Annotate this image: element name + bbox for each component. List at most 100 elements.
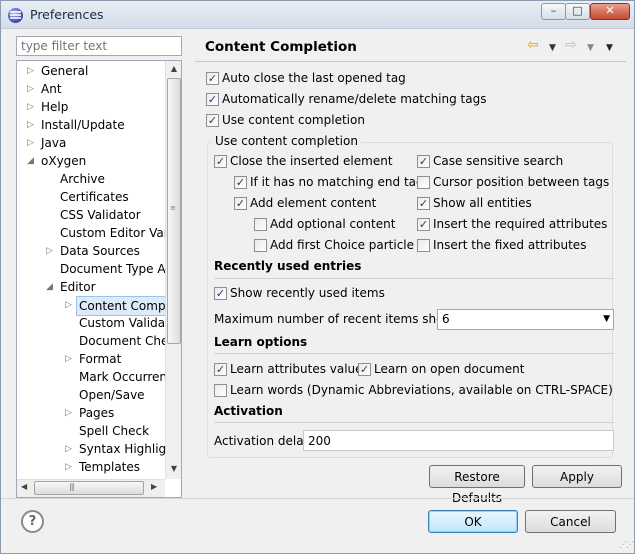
checkbox-label: Learn attributes values [230,362,369,376]
minimize-button[interactable]: – [541,3,566,20]
close-button[interactable]: ✕ [590,3,630,20]
scroll-grip-icon: ≡ [170,204,176,212]
back-arrow-icon[interactable]: ⇦ [527,38,539,52]
checkbox-box[interactable]: ✓ [214,287,227,300]
scroll-up-arrow-icon[interactable]: ▲ [169,64,179,73]
page-header: Content Completion ⇦ ▼ ⇨ ▼ ▼ [195,31,626,62]
checkbox-box[interactable]: ✓ [234,197,247,210]
tree-expand-arrow-icon[interactable]: ▷ [65,458,72,476]
eclipse-app-icon [8,8,23,23]
checkbox-box[interactable]: ✓ [417,218,430,231]
tree-item-label: Document Type Ass [60,262,179,276]
checkbox-box[interactable]: ✓ [234,176,247,189]
apply-button[interactable]: Apply [532,465,622,488]
section-divider [214,353,614,354]
tree-item-label: Help [41,100,69,114]
splitter-sash[interactable] [189,30,193,498]
tree-expand-arrow-icon[interactable]: ▷ [65,296,72,314]
scroll-grip-icon: ||| [69,482,75,491]
preferences-tree: ▷ General ▷ Ant ▷ Help ▷ Install/Update ▷ Java ◢ oX… [16,60,182,498]
horizontal-scroll-thumb[interactable] [34,481,144,495]
tree-item-label: Templates [79,460,141,474]
checkbox-box[interactable]: ✓ [206,72,219,85]
tree-item-label: Syntax Highlight [79,442,179,456]
forward-dropdown-icon[interactable]: ▼ [587,41,594,55]
resize-grip-icon[interactable]: ⋰⋰ [619,540,634,549]
checkbox-box[interactable] [254,218,267,231]
checkbox-label: Auto close the last opened tag [222,71,406,85]
tree-item-label: Pages [79,406,115,420]
checkbox-box[interactable] [214,384,227,397]
activation-delay-input[interactable] [303,430,614,451]
checkbox-box[interactable]: ✓ [214,363,227,376]
group-legend: Use content completion [212,134,361,148]
tree-item-label: Custom Editor Varia [60,226,180,240]
max-recent-label: Maximum number of recent items shown [214,312,461,326]
filter-input[interactable] [16,36,182,56]
page-title: Content Completion [205,39,357,55]
tree-expand-arrow-icon[interactable]: ▷ [27,98,34,116]
checkbox-label: Show all entities [433,196,532,210]
forward-arrow-icon[interactable]: ⇨ [565,38,577,52]
cancel-button[interactable]: Cancel [525,510,616,533]
checkbox-label: If it has no matching end tag [250,175,424,189]
tree-item-label: Open/Save [79,388,145,402]
checkbox-box[interactable]: ✓ [214,155,227,168]
tree-collapse-arrow-icon[interactable]: ◢ [27,152,34,170]
scroll-left-arrow-icon[interactable]: ◀ [21,482,27,491]
tree-expand-arrow-icon[interactable]: ▷ [27,62,34,80]
tree-item-label: Certificates [60,190,129,204]
tree-item-label: Data Sources [60,244,140,258]
tree-expand-arrow-icon[interactable]: ▷ [27,116,34,134]
tree-expand-arrow-icon[interactable]: ▷ [65,440,72,458]
checkbox-label: Add optional content [270,217,396,231]
tree-item-label: Editor [60,280,96,294]
tree-collapse-arrow-icon[interactable]: ◢ [46,278,53,296]
checkbox-box[interactable]: ✓ [417,197,430,210]
title-bar: Preferences – □ ✕ [1,1,634,29]
checkbox-label: Learn words (Dynamic Abbreviations, avai… [230,383,613,397]
maximize-button[interactable]: □ [565,3,590,20]
checkbox-box[interactable] [417,239,430,252]
ok-button[interactable]: OK [428,510,518,533]
checkbox-box[interactable] [254,239,267,252]
max-recent-select[interactable]: 6 ▼ [437,309,614,330]
checkbox-label: Cursor position between tags [433,175,610,189]
tree-expand-arrow-icon[interactable]: ▷ [65,350,72,368]
back-dropdown-icon[interactable]: ▼ [549,41,556,55]
section-divider [214,422,614,423]
checkbox-label: Learn on open document [374,362,525,376]
section-divider [214,278,614,279]
tree-item-label: Java [41,136,67,150]
activation-heading: Activation [214,404,283,418]
restore-defaults-button[interactable]: Restore Defaults [429,465,525,505]
tree-item-label: General [41,64,89,78]
checkbox-box[interactable]: ✓ [206,114,219,127]
scroll-down-arrow-icon[interactable]: ▼ [169,464,179,473]
tree-horizontal-scrollbar[interactable]: ◀ ||| ▶ [17,479,165,497]
tree-item-label: Content Comple [76,296,180,316]
learn-options-heading: Learn options [214,335,308,349]
checkbox-label: Insert the fixed attributes [433,238,587,252]
content-completion-page: Content Completion ⇦ ▼ ⇨ ▼ ▼ ✓ Auto clos… [195,31,626,505]
tree-expand-arrow-icon[interactable]: ▷ [27,134,34,152]
checkbox-box[interactable]: ✓ [358,363,371,376]
checkbox-label: Automatically rename/delete matching tag… [222,92,487,106]
tree-item-label: Spell Check [79,424,150,438]
recent-entries-heading: Recently used entries [214,259,362,273]
scroll-right-arrow-icon[interactable]: ▶ [151,482,157,491]
tree-expand-arrow-icon[interactable]: ▷ [46,242,53,260]
tree-expand-arrow-icon[interactable]: ▷ [65,404,72,422]
view-menu-icon[interactable]: ▼ [606,41,613,55]
tree-expand-arrow-icon[interactable]: ▷ [27,80,34,98]
checkbox-label: Close the inserted element [230,154,393,168]
tree-vertical-scrollbar[interactable]: ▲ ≡ ▼ [165,61,181,479]
checkbox-box[interactable] [417,176,430,189]
help-icon[interactable]: ? [21,510,44,533]
tree-item-label: Install/Update [41,118,125,132]
tree-item-label: Archive [60,172,105,186]
tree-item-label: Document Chec [79,334,175,348]
checkbox-box[interactable]: ✓ [417,155,430,168]
checkbox-box[interactable]: ✓ [206,93,219,106]
checkbox-label: Use content completion [222,113,365,127]
